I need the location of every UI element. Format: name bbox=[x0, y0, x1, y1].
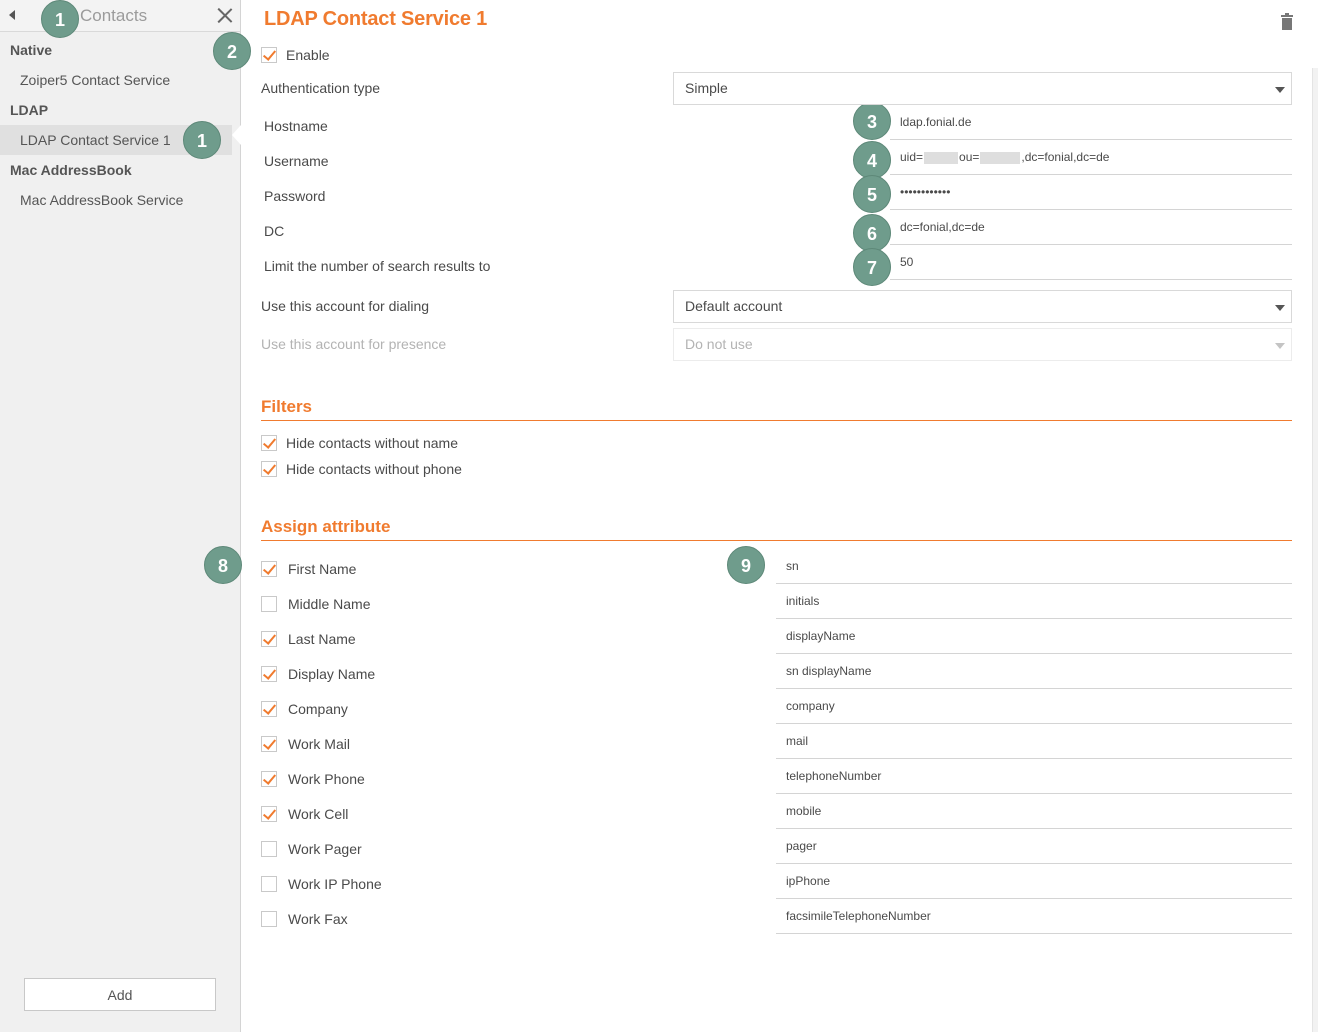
scrollbar[interactable] bbox=[1312, 68, 1318, 1032]
password-field[interactable]: •••••••••••• bbox=[890, 176, 1292, 210]
attribute-checkbox[interactable] bbox=[261, 806, 277, 822]
sidebar-item-zoiper5-contact-service[interactable]: Zoiper5 Contact Service bbox=[0, 65, 240, 95]
hide-no-phone-label: Hide contacts without phone bbox=[286, 461, 462, 477]
hide-no-name-label: Hide contacts without name bbox=[286, 435, 458, 451]
attribute-checkbox[interactable] bbox=[261, 736, 277, 752]
hide-no-phone-checkbox[interactable] bbox=[261, 461, 277, 477]
attribute-label: Work Cell bbox=[288, 806, 349, 822]
annotation-badge: 7 bbox=[853, 248, 891, 286]
attribute-label: Company bbox=[288, 701, 348, 717]
attribute-label: Work Mail bbox=[288, 736, 350, 752]
redacted-block bbox=[924, 151, 959, 164]
limit-label: Limit the number of search results to bbox=[264, 258, 491, 274]
enable-label: Enable bbox=[286, 47, 330, 63]
group-native: Native bbox=[10, 42, 53, 58]
sidebar-header: Contacts bbox=[0, 0, 240, 32]
attribute-label: Last Name bbox=[288, 631, 356, 647]
back-arrow-icon[interactable] bbox=[9, 10, 15, 20]
group-mac-addressbook: Mac AddressBook bbox=[10, 162, 132, 178]
attribute-field[interactable]: sn displayName bbox=[776, 655, 1292, 689]
dc-field[interactable]: dc=fonial,dc=de bbox=[890, 211, 1292, 245]
close-icon[interactable] bbox=[216, 6, 234, 24]
auth-type-value: Simple bbox=[685, 80, 728, 96]
annotation-badge: 5 bbox=[853, 175, 891, 213]
username-prefix: uid= bbox=[900, 150, 924, 164]
attribute-checkbox[interactable] bbox=[261, 561, 277, 577]
redacted-block bbox=[980, 151, 1021, 164]
auth-type-select[interactable]: Simple bbox=[673, 72, 1292, 105]
presence-label: Use this account for presence bbox=[261, 336, 447, 352]
dialing-select[interactable]: Default account bbox=[673, 290, 1292, 323]
attribute-field[interactable]: displayName bbox=[776, 620, 1292, 654]
dialing-label: Use this account for dialing bbox=[261, 298, 430, 314]
attribute-label: Work IP Phone bbox=[288, 876, 382, 892]
attribute-field[interactable]: ipPhone bbox=[776, 865, 1292, 899]
attribute-checkbox[interactable] bbox=[261, 631, 277, 647]
annotation-badge: 6 bbox=[853, 214, 891, 252]
attribute-field[interactable]: pager bbox=[776, 830, 1292, 864]
attribute-checkbox[interactable] bbox=[261, 841, 277, 857]
attribute-field[interactable]: company bbox=[776, 690, 1292, 724]
attribute-field[interactable]: telephoneNumber bbox=[776, 760, 1292, 794]
dc-label: DC bbox=[264, 223, 285, 239]
attribute-field[interactable]: initials bbox=[776, 585, 1292, 619]
limit-field[interactable]: 50 bbox=[890, 246, 1292, 280]
username-mid: ou= bbox=[959, 150, 980, 164]
attribute-checkbox[interactable] bbox=[261, 701, 277, 717]
hostname-label: Hostname bbox=[264, 118, 328, 134]
chevron-down-icon bbox=[1275, 87, 1285, 93]
annotation-badge: 2 bbox=[213, 32, 251, 70]
auth-type-label: Authentication type bbox=[261, 80, 381, 96]
attribute-field[interactable]: mail bbox=[776, 725, 1292, 759]
annotation-badge: 1 bbox=[41, 0, 79, 38]
attribute-checkbox[interactable] bbox=[261, 666, 277, 682]
attribute-label: Middle Name bbox=[288, 596, 371, 612]
attribute-label: Display Name bbox=[288, 666, 376, 682]
attribute-checkbox[interactable] bbox=[261, 771, 277, 787]
hostname-field[interactable]: ldap.fonial.de bbox=[890, 106, 1292, 140]
username-field[interactable]: uid= ou= ,dc=fonial,dc=de bbox=[890, 141, 1292, 175]
annotation-badge: 1 bbox=[183, 121, 221, 159]
attribute-label: Work Pager bbox=[288, 841, 362, 857]
presence-value: Do not use bbox=[685, 336, 753, 352]
attribute-field[interactable]: mobile bbox=[776, 795, 1292, 829]
annotation-badge: 8 bbox=[204, 546, 242, 584]
filters-section-title: Filters bbox=[261, 397, 1292, 421]
add-button[interactable]: Add bbox=[24, 978, 216, 1011]
attribute-checkbox[interactable] bbox=[261, 911, 277, 927]
hide-no-name-checkbox[interactable] bbox=[261, 435, 277, 451]
password-label: Password bbox=[264, 188, 326, 204]
chevron-down-icon bbox=[1275, 305, 1285, 311]
assign-section-title: Assign attribute bbox=[261, 517, 1292, 541]
sidebar-title: Contacts bbox=[80, 6, 148, 25]
attribute-label: First Name bbox=[288, 561, 357, 577]
annotation-badge: 3 bbox=[853, 102, 891, 140]
attribute-label: Work Phone bbox=[288, 771, 365, 787]
annotation-badge: 9 bbox=[727, 546, 765, 584]
chevron-down-icon bbox=[1275, 343, 1285, 349]
enable-checkbox[interactable] bbox=[261, 47, 277, 63]
username-suffix: ,dc=fonial,dc=de bbox=[1021, 150, 1110, 164]
username-label: Username bbox=[264, 153, 329, 169]
group-ldap: LDAP bbox=[10, 102, 49, 118]
attribute-field[interactable]: facsimileTelephoneNumber bbox=[776, 900, 1292, 934]
sidebar-item-mac-addressbook-service[interactable]: Mac AddressBook Service bbox=[0, 185, 240, 215]
page-title: LDAP Contact Service 1 bbox=[264, 8, 488, 30]
dialing-value: Default account bbox=[685, 298, 783, 314]
attribute-label: Work Fax bbox=[288, 911, 348, 927]
attribute-checkbox[interactable] bbox=[261, 876, 277, 892]
attribute-field[interactable]: sn bbox=[776, 550, 1292, 584]
trash-icon[interactable] bbox=[1281, 13, 1293, 30]
attribute-checkbox[interactable] bbox=[261, 596, 277, 612]
presence-select[interactable]: Do not use bbox=[673, 328, 1292, 361]
selection-pointer bbox=[232, 125, 241, 145]
annotation-badge: 4 bbox=[853, 141, 891, 179]
